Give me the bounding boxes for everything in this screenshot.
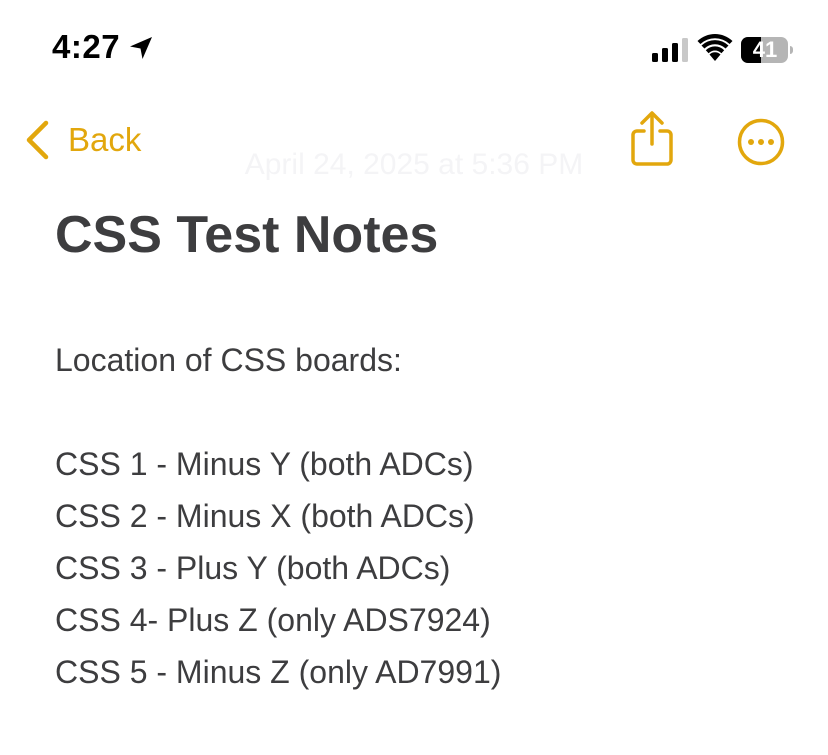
- note-line: CSS 3 - Plus Y (both ADCs): [55, 550, 451, 586]
- status-bar: 4:27 41: [0, 0, 828, 96]
- cellular-signal-icon: [652, 38, 688, 62]
- note-line: CSS 4- Plus Z (only ADS7924): [55, 602, 491, 638]
- status-time: 4:27: [52, 28, 121, 65]
- note-date: April 24, 2025 at 5:36 PM: [244, 148, 584, 181]
- more-ellipsis-icon[interactable]: [736, 117, 786, 167]
- share-icon[interactable]: [628, 110, 676, 168]
- note-line: CSS 2 - Minus X (both ADCs): [55, 498, 475, 534]
- note-line: CSS 1 - Minus Y (both ADCs): [55, 446, 474, 482]
- location-arrow-icon: [130, 37, 152, 59]
- note-title[interactable]: CSS Test Notes: [55, 200, 438, 270]
- battery-level: 41: [752, 37, 778, 62]
- note-line: CSS 5 - Minus Z (only AD7991): [55, 654, 502, 690]
- note-line: Location of CSS boards:: [55, 342, 402, 378]
- wifi-icon: [697, 34, 733, 61]
- note-body[interactable]: Location of CSS boards: CSS 1 - Minus Y …: [55, 334, 501, 698]
